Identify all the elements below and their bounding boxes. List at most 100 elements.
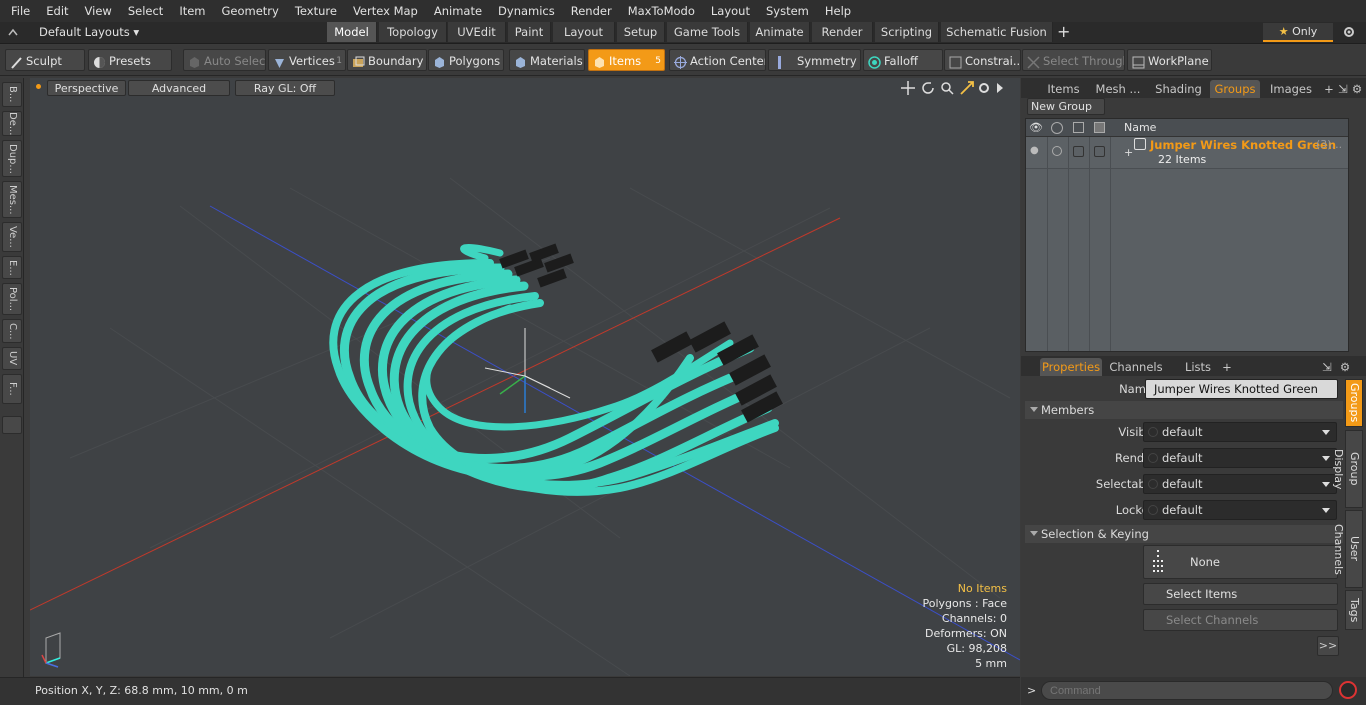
expand-plus-icon[interactable]: + bbox=[1124, 146, 1133, 159]
select-cube-icon[interactable] bbox=[1073, 122, 1084, 133]
record-icon[interactable] bbox=[1339, 681, 1357, 699]
panel-tab-images[interactable]: Images bbox=[1266, 80, 1316, 98]
render-icon[interactable] bbox=[1051, 122, 1063, 134]
boundary-button[interactable]: Boundary bbox=[347, 49, 427, 71]
materials-button[interactable]: Materials bbox=[509, 49, 585, 71]
polygons-button[interactable]: Polygons bbox=[428, 49, 504, 71]
expand-icon[interactable]: ⇲ bbox=[1337, 80, 1349, 98]
menu-animate[interactable]: Animate bbox=[426, 0, 490, 22]
add-tab-icon[interactable]: + bbox=[1057, 23, 1071, 41]
left-tab-3[interactable]: Mes... bbox=[2, 181, 22, 218]
mode-tab-uvedit[interactable]: UVEdit bbox=[448, 22, 506, 42]
zoom-view-icon[interactable] bbox=[940, 81, 954, 95]
3d-viewport[interactable]: Perspective Advanced Ray GL: Off No Item… bbox=[30, 78, 1020, 676]
panel-tab-properties[interactable]: Properties bbox=[1040, 358, 1102, 376]
left-tab-7[interactable]: C... bbox=[2, 319, 22, 343]
perspective-button[interactable]: Perspective bbox=[47, 80, 126, 96]
panel-gear-icon[interactable]: ⚙ bbox=[1351, 80, 1363, 98]
viewport-settings-gear-icon[interactable] bbox=[977, 81, 991, 95]
menu-render[interactable]: Render bbox=[563, 0, 620, 22]
move-view-icon[interactable] bbox=[901, 81, 915, 95]
menu-dynamics[interactable]: Dynamics bbox=[490, 0, 563, 22]
collapse-arrow-icon[interactable] bbox=[8, 27, 18, 37]
mode-tab-animate[interactable]: Animate bbox=[750, 22, 810, 42]
add-tab-icon[interactable]: + bbox=[1323, 80, 1335, 98]
rotate-view-icon[interactable] bbox=[921, 81, 935, 95]
menu-geometry[interactable]: Geometry bbox=[214, 0, 287, 22]
group-name-field[interactable]: Jumper Wires Knotted Green (3) bbox=[1145, 379, 1338, 414]
raygl-button[interactable]: Ray GL: Off bbox=[235, 80, 335, 96]
panel-tab-items[interactable]: Items bbox=[1041, 80, 1086, 98]
mode-tab-paint[interactable]: Paint bbox=[508, 22, 551, 42]
mode-tab-layout[interactable]: Layout bbox=[553, 22, 615, 42]
left-tab-0[interactable]: B... bbox=[2, 82, 22, 107]
left-tab-1[interactable]: De... bbox=[2, 111, 22, 136]
sculpt-button[interactable]: Sculpt bbox=[5, 49, 85, 71]
expand-props-icon[interactable]: ⇲ bbox=[1321, 358, 1333, 376]
none-button[interactable]: None bbox=[1143, 545, 1338, 579]
mode-tab-scripting[interactable]: Scripting bbox=[875, 22, 939, 42]
panel-tab-channels[interactable]: Channels bbox=[1105, 358, 1167, 376]
visible-dropdown[interactable]: default bbox=[1143, 422, 1337, 442]
workplane-button[interactable]: WorkPlane bbox=[1127, 49, 1212, 71]
group-list-scrollbar[interactable] bbox=[1351, 118, 1363, 352]
left-tab-extra-button[interactable] bbox=[2, 416, 22, 434]
auto-select-button[interactable]: Auto Select bbox=[183, 49, 266, 71]
items-button[interactable]: Items 5 bbox=[588, 49, 665, 71]
constraints-button[interactable]: Constrai... bbox=[944, 49, 1021, 71]
layouts-dropdown[interactable]: Default Layouts ▾ bbox=[39, 22, 139, 42]
panel-tab-groups[interactable]: Groups bbox=[1210, 80, 1260, 98]
row-select-checkbox[interactable] bbox=[1073, 146, 1084, 157]
left-tab-5[interactable]: E... bbox=[2, 256, 22, 279]
render-dropdown[interactable]: default bbox=[1143, 448, 1337, 468]
row-render-icon[interactable] bbox=[1052, 146, 1062, 156]
panel-tab-mesh[interactable]: Mesh ... bbox=[1092, 80, 1144, 98]
falloff-button[interactable]: Falloff bbox=[863, 49, 943, 71]
menu-item[interactable]: Item bbox=[171, 0, 213, 22]
row-lock-checkbox[interactable] bbox=[1094, 146, 1105, 157]
mode-tab-game-tools[interactable]: Game Tools bbox=[667, 22, 748, 42]
menu-view[interactable]: View bbox=[77, 0, 120, 22]
command-input[interactable] bbox=[1041, 681, 1333, 700]
select-items-button[interactable]: Select Items bbox=[1143, 583, 1338, 605]
menu-layout[interactable]: Layout bbox=[703, 0, 758, 22]
side-tab-tags[interactable]: Tags bbox=[1345, 590, 1363, 630]
selectable-dropdown[interactable]: default bbox=[1143, 474, 1337, 494]
menu-system[interactable]: System bbox=[758, 0, 817, 22]
left-tab-9[interactable]: F... bbox=[2, 374, 22, 404]
vertices-button[interactable]: Vertices 1 bbox=[268, 49, 346, 71]
left-tab-8[interactable]: UV bbox=[2, 347, 22, 370]
symmetry-button[interactable]: Symmetry bbox=[768, 49, 861, 71]
menu-vertex-map[interactable]: Vertex Map bbox=[345, 0, 426, 22]
add-props-tab-icon[interactable]: + bbox=[1221, 358, 1233, 376]
viewport-menu-arrow-icon[interactable] bbox=[996, 83, 1004, 93]
menu-edit[interactable]: Edit bbox=[38, 0, 76, 22]
locked-dropdown[interactable]: default bbox=[1143, 500, 1337, 520]
fit-view-icon[interactable] bbox=[960, 81, 974, 95]
new-group-button[interactable]: New Group bbox=[1027, 98, 1105, 115]
mode-tab-topology[interactable]: Topology bbox=[379, 22, 447, 42]
menu-select[interactable]: Select bbox=[120, 0, 171, 22]
select-channels-button[interactable]: Select Channels bbox=[1143, 609, 1338, 631]
action-center-button[interactable]: Action Center bbox=[669, 49, 766, 71]
visibility-eye-icon[interactable]: 👁 bbox=[1029, 121, 1043, 134]
side-tab-user-channels[interactable]: User Channels bbox=[1332, 510, 1363, 588]
row-eye-icon[interactable]: ● bbox=[1030, 145, 1039, 156]
group-row[interactable]: ● + Jumper Wires Knotted Green (3)... 22… bbox=[1026, 137, 1348, 169]
side-tab-groups[interactable]: Groups bbox=[1345, 379, 1363, 427]
panel-tab-lists[interactable]: Lists bbox=[1177, 358, 1219, 376]
left-tab-6[interactable]: Pol... bbox=[2, 283, 22, 315]
advanced-button[interactable]: Advanced bbox=[128, 80, 230, 96]
panel-tab-shading[interactable]: Shading bbox=[1150, 80, 1207, 98]
only-toggle[interactable]: ★ Only bbox=[1263, 23, 1333, 42]
more-button[interactable]: >> bbox=[1317, 636, 1339, 656]
menu-maxtomodo[interactable]: MaxToModo bbox=[620, 0, 703, 22]
menu-file[interactable]: File bbox=[3, 0, 38, 22]
settings-gear-icon[interactable] bbox=[1342, 25, 1356, 39]
menu-texture[interactable]: Texture bbox=[287, 0, 345, 22]
members-section[interactable]: Members bbox=[1025, 401, 1343, 419]
select-through-button[interactable]: Select Through bbox=[1022, 49, 1125, 71]
left-tab-4[interactable]: Ve... bbox=[2, 222, 22, 252]
mode-tab-schematic-fusion[interactable]: Schematic Fusion bbox=[941, 22, 1053, 42]
props-gear-icon[interactable]: ⚙ bbox=[1339, 358, 1351, 376]
